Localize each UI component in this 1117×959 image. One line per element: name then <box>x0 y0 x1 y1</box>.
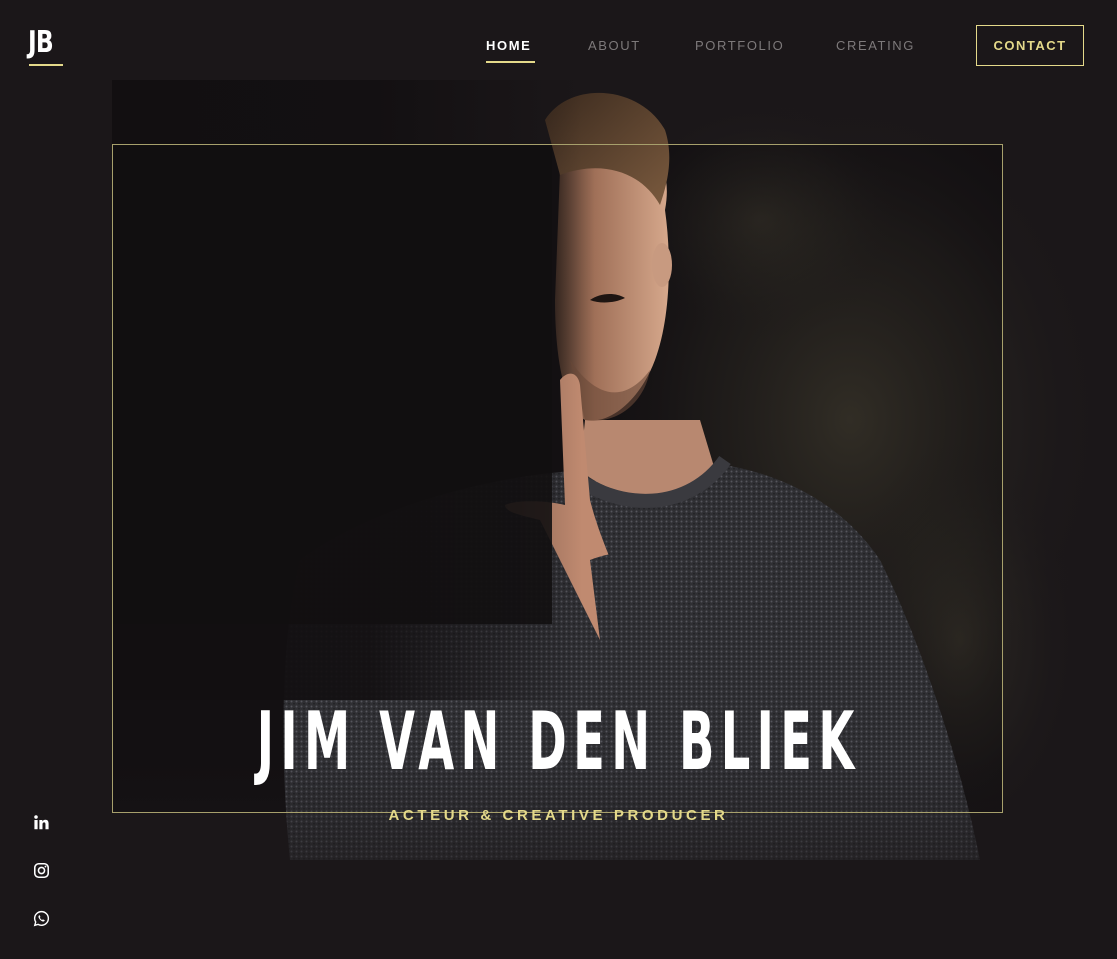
hero-title: JIM VAN DEN BLIEK <box>0 690 1117 794</box>
page: JB HOME ABOUT PORTFOLIO CREATING CONTACT… <box>0 0 1117 959</box>
instagram-icon <box>33 862 49 878</box>
nav-item-home[interactable]: HOME <box>486 38 535 63</box>
logo-underline <box>29 64 63 66</box>
nav-item-creating[interactable]: CREATING <box>836 38 915 53</box>
nav-item-label: ABOUT <box>588 38 641 53</box>
instagram-link[interactable] <box>30 859 52 881</box>
hero-subtitle: ACTEUR & CREATIVE PRODUCER <box>388 807 729 824</box>
whatsapp-icon <box>33 910 49 926</box>
contact-button[interactable]: CONTACT <box>976 25 1084 66</box>
nav-item-portfolio[interactable]: PORTFOLIO <box>695 38 784 53</box>
linkedin-icon <box>33 814 49 829</box>
logo[interactable]: JB <box>28 26 64 70</box>
logo-text: JB <box>28 25 54 60</box>
nav-active-underline <box>486 61 535 63</box>
nav-item-about[interactable]: ABOUT <box>588 38 641 53</box>
hero-name: JIM VAN DEN BLIEK <box>256 695 861 788</box>
nav-item-label: CREATING <box>836 38 916 53</box>
nav-item-label: PORTFOLIO <box>695 38 785 53</box>
whatsapp-link[interactable] <box>30 907 52 929</box>
linkedin-link[interactable] <box>30 811 52 833</box>
nav-item-label: HOME <box>486 38 532 53</box>
